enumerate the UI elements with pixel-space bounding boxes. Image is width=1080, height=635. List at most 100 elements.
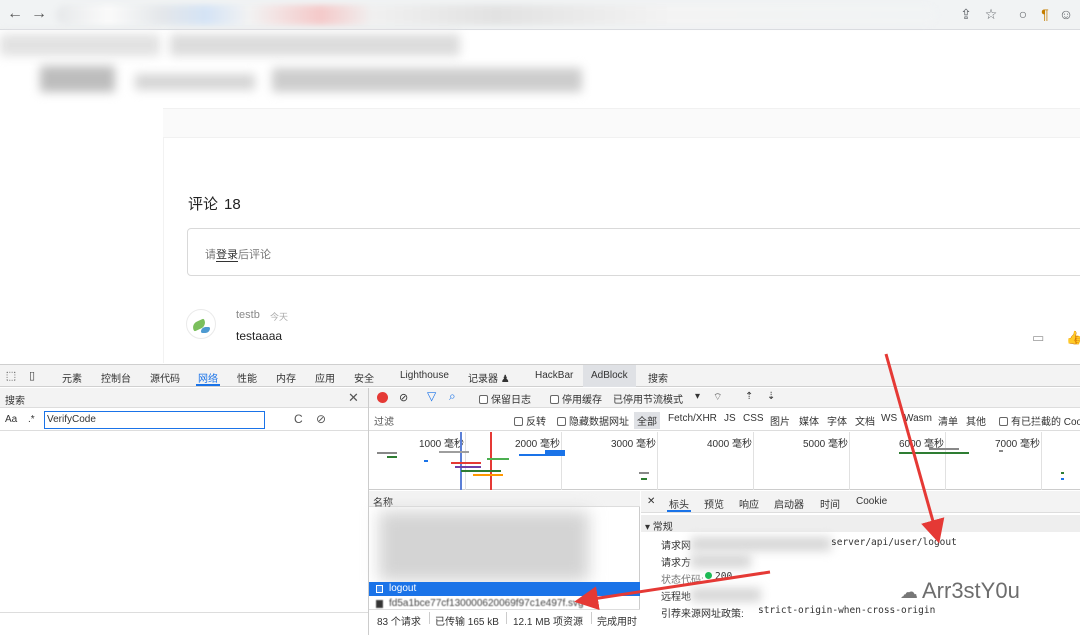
tab-security[interactable]: 安全	[354, 370, 374, 385]
request-url-value: server/api/user/logout	[831, 537, 957, 548]
filter-type-img[interactable]: 图片	[770, 413, 790, 428]
refresh-icon[interactable]: C	[294, 412, 303, 426]
tab-application[interactable]: 应用	[315, 370, 335, 385]
overview-tick-label: 1000 毫秒	[419, 439, 465, 450]
remote-address-label: 远程地	[661, 592, 691, 603]
filter-input[interactable]: 过滤	[374, 413, 394, 428]
invert-checkbox[interactable]: 反转	[514, 413, 546, 428]
inspect-element-icon[interactable]: ⬚	[4, 369, 18, 383]
back-icon[interactable]: ←	[6, 5, 24, 23]
tab-search[interactable]: 搜索	[648, 370, 668, 385]
comment-username[interactable]: testb	[236, 309, 260, 321]
tab-cookies[interactable]: Cookie	[856, 496, 887, 507]
filter-type-wasm[interactable]: Wasm	[904, 413, 932, 424]
comments-label: 评论	[188, 196, 219, 213]
filter-type-all[interactable]: 全部	[634, 412, 660, 429]
share-icon[interactable]: ⇪	[958, 6, 974, 22]
clear-log-icon[interactable]: ⊘	[399, 391, 408, 404]
avatar[interactable]	[186, 309, 216, 339]
status-code-label: 状态代码:	[661, 575, 704, 586]
request-row-logout[interactable]: logout	[369, 582, 640, 596]
request-row[interactable]: fd5a1bce77cf130000620069f97c1e497f.svg	[369, 597, 640, 609]
hide-data-urls-checkbox[interactable]: 隐藏数据网址	[557, 413, 629, 428]
request-method-label: 请求方	[661, 558, 691, 569]
close-icon[interactable]: ✕	[348, 390, 359, 406]
filter-type-doc[interactable]: 文档	[855, 413, 875, 428]
column-name-header[interactable]: 名称	[369, 491, 640, 509]
disable-cache-checkbox[interactable]: 停用缓存	[550, 391, 602, 406]
site-header	[0, 30, 1080, 104]
tab-preview[interactable]: 预览	[704, 496, 724, 511]
tab-lighthouse[interactable]: Lighthouse	[400, 370, 449, 381]
devtools-tabbar: ⬚ ▯ 元素 控制台 源代码 网络 性能 内存 应用 安全 Lighthouse…	[0, 365, 1080, 387]
extension-icon[interactable]: ☺	[1058, 6, 1074, 22]
record-icon[interactable]	[377, 392, 388, 403]
throttling-select[interactable]: 已停用节流模式	[613, 391, 683, 406]
filter-type-media[interactable]: 媒体	[799, 413, 819, 428]
tab-performance[interactable]: 性能	[237, 370, 257, 385]
status-code-value: 200	[701, 571, 732, 582]
tab-memory[interactable]: 内存	[276, 370, 296, 385]
download-icon[interactable]: ⇣	[767, 391, 775, 402]
request-name: fd5a1bce77cf130000620069f97c1e497f.svg	[389, 598, 584, 609]
like-icon[interactable]: 👍	[1066, 330, 1080, 346]
preserve-log-checkbox[interactable]: 保留日志	[479, 391, 531, 406]
blocked-cookies-checkbox[interactable]: 有已拦截的 Coo	[999, 413, 1080, 428]
request-count: 83 个请求	[377, 617, 421, 628]
close-icon[interactable]: ✕	[647, 496, 655, 507]
filter-type-manifest[interactable]: 清单	[938, 413, 958, 428]
network-overview[interactable]: 1000 毫秒 2000 毫秒 3000 毫秒 4000 毫秒 5000 毫秒 …	[369, 432, 1080, 490]
tab-response[interactable]: 响应	[739, 496, 759, 511]
request-name: logout	[389, 583, 417, 594]
tab-elements[interactable]: 元素	[62, 370, 82, 385]
clear-icon[interactable]: ⊘	[316, 412, 326, 426]
filter-type-ws[interactable]: WS	[881, 413, 897, 424]
tab-adblock[interactable]: AdBlock	[583, 365, 636, 387]
general-section-header[interactable]: ▾ 常规	[641, 515, 1080, 533]
search-input[interactable]: VerifyCode	[44, 411, 265, 429]
request-url-label: 请求网	[661, 541, 691, 552]
address-bar[interactable]	[56, 5, 936, 25]
match-case-toggle[interactable]: Aa	[5, 414, 17, 425]
tab-initiator[interactable]: 启动器	[774, 496, 804, 511]
tab-console[interactable]: 控制台	[101, 370, 131, 385]
comments-count: 18	[224, 196, 241, 213]
search-icon[interactable]: ⌕	[449, 389, 456, 404]
filter-type-fetch[interactable]: Fetch/XHR	[668, 413, 717, 424]
filter-type-other[interactable]: 其他	[966, 413, 986, 428]
browser-toolbar: ← → ⇪ ☆ ○ ¶ ☺	[0, 0, 1080, 30]
tab-hackbar[interactable]: HackBar	[535, 370, 573, 381]
comment-placeholder: 请登录后评论	[205, 246, 271, 262]
extension-icon[interactable]: ○	[1015, 6, 1031, 22]
transferred-size: 已传输 165 kB	[435, 617, 499, 628]
tab-recorder[interactable]: 记录器 ♟	[468, 370, 510, 385]
extension-icon[interactable]: ¶	[1037, 6, 1053, 22]
filter-row: 过滤 反转 隐藏数据网址 全部 Fetch/XHR JS CSS 图片 媒体 字…	[369, 409, 1080, 431]
resources-size: 12.1 MB 项资源	[513, 617, 584, 628]
chevron-down-icon[interactable]: ▾	[695, 391, 700, 402]
tab-timing[interactable]: 时间	[820, 496, 840, 511]
filter-type-css[interactable]: CSS	[743, 413, 764, 424]
overview-tick-label: 5000 毫秒	[803, 439, 849, 450]
forward-icon[interactable]: →	[30, 5, 48, 23]
login-link[interactable]: 登录	[216, 249, 238, 262]
wechat-icon: ☁	[900, 582, 918, 602]
placeholder-suffix: 后评论	[238, 249, 271, 261]
device-toolbar-icon[interactable]: ▯	[25, 369, 39, 383]
upload-icon[interactable]: ⇡	[745, 391, 753, 402]
bookmark-star-icon[interactable]: ☆	[983, 6, 999, 22]
network-toolbar: ⊘ ▽ ⌕ 保留日志 停用缓存 已停用节流模式 ▾ ⌔ ⇡ ⇣	[369, 388, 1080, 408]
comment-text: testaaaa	[236, 329, 283, 343]
tab-headers[interactable]: 标头	[667, 496, 691, 512]
filter-type-font[interactable]: 字体	[827, 413, 847, 428]
filter-icon[interactable]: ▽	[427, 389, 436, 403]
tab-network[interactable]: 网络	[196, 370, 220, 386]
tab-sources[interactable]: 源代码	[150, 370, 180, 385]
details-tabbar: ✕ 标头 预览 响应 启动器 时间 Cookie	[641, 491, 1080, 513]
referrer-policy-value: strict-origin-when-cross-origin	[758, 605, 936, 616]
comment-input[interactable]: 请登录后评论	[187, 228, 1080, 276]
reply-icon[interactable]: ▭	[1032, 330, 1044, 346]
network-conditions-icon[interactable]: ⌔	[713, 391, 722, 404]
filter-type-js[interactable]: JS	[724, 413, 736, 424]
regex-toggle[interactable]: .*	[28, 414, 35, 425]
